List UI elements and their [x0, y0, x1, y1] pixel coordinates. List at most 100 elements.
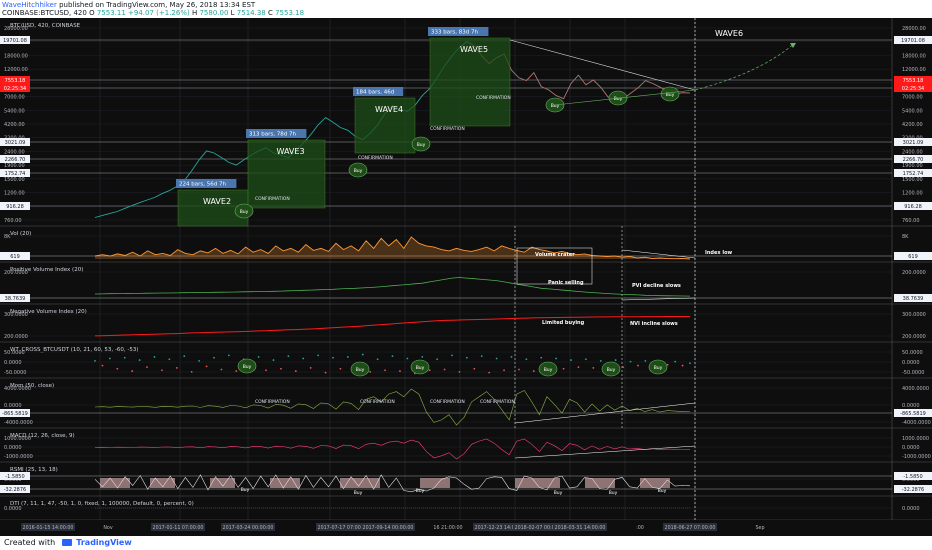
wt-dot	[584, 358, 587, 361]
footer: Created with TradingView	[0, 536, 932, 550]
y-tick-label: 300.0000	[902, 312, 926, 318]
y-marker-label-left: 619	[10, 254, 20, 260]
wt-dot	[555, 357, 558, 360]
rsi-buy-label: Buy	[416, 488, 425, 494]
chart-header: WaveHitchhiker published on TradingView.…	[0, 0, 932, 18]
chart-svg[interactable]: BTC/USD, 420, COINBASEVol (20)Positive V…	[0, 18, 932, 536]
rsi-oversold-block	[515, 478, 560, 488]
x-axis-bg	[0, 520, 932, 536]
y-tick-label: 0.0000	[902, 360, 920, 366]
wave-label-6: WAVE6	[715, 29, 743, 38]
ohlc-c: C 7553.18	[267, 9, 305, 17]
x-tick-label: 2017-01-11 07:00:00	[153, 525, 204, 531]
wt-dot	[421, 356, 424, 358]
y-tick-label-left: 28000.00	[4, 26, 28, 32]
y-tick-label: 12000.00	[902, 67, 926, 73]
wt-dot	[101, 364, 104, 367]
rsi-oversold-block	[640, 478, 670, 488]
y-tick-label-left: 0.0000	[4, 445, 22, 451]
wt-dot	[458, 370, 461, 373]
wt-dot	[391, 355, 394, 358]
wt-dot	[280, 367, 282, 370]
y-tick-label: 5400.00	[902, 108, 923, 114]
wt-buy-label: Buy	[243, 364, 252, 370]
annotation-index-low: Index low	[705, 250, 733, 256]
ohlc-h: H 7580.00	[191, 9, 229, 17]
wt-dot	[309, 367, 312, 369]
rsi-buy-label: Buy	[554, 490, 563, 496]
y-marker-label: 2266.70	[903, 157, 924, 163]
y-tick-label-left: 4000.0000	[4, 386, 31, 392]
wave-label: WAVE4	[375, 105, 403, 114]
x-tick-label: 2017-03-24 00:00:00	[223, 525, 274, 531]
annotation-volume-crater: Volume crater	[535, 252, 575, 258]
wt-dot	[436, 358, 439, 361]
x-tick-label: 2016-01-15 14:00:00	[23, 525, 74, 531]
wt-dot	[235, 370, 238, 372]
bars-label: 313 bars, 78d 7h	[249, 132, 296, 138]
y-tick-label: 4000.0000	[902, 386, 929, 392]
wt-dot	[503, 369, 505, 372]
wt-dot	[562, 367, 565, 370]
wt-dot	[131, 370, 134, 372]
wt-dot	[227, 354, 230, 357]
wt-buy-label: Buy	[544, 367, 553, 373]
author-link[interactable]: WaveHitchhiker	[2, 1, 57, 9]
y-tick-label-left: 0.0000	[4, 506, 22, 512]
rsi-oversold-block	[585, 478, 615, 488]
wt-dot	[443, 368, 446, 371]
wt-dot	[465, 356, 468, 359]
y-tick-label-left: 200.0000	[4, 334, 28, 340]
wt-dot	[399, 370, 401, 372]
y-tick-label: 7000.00	[902, 95, 923, 101]
confirmation-label: CONFIRMATION	[476, 95, 511, 101]
rsi-buy-label: Buy	[354, 490, 363, 496]
wt-dot	[198, 359, 201, 362]
y-tick-label-left: -4000.0000	[4, 420, 33, 426]
x-tick-label: 2017-07-17 07:00:00	[318, 525, 369, 531]
wt-dot	[339, 367, 342, 370]
wt-dot	[346, 356, 349, 358]
bars-label: 333 bars, 83d 7h	[431, 30, 478, 36]
wt-dot	[220, 368, 223, 371]
wt-buy-label: Buy	[416, 365, 425, 371]
wt-dot	[146, 366, 148, 369]
y-marker-label: 19701.08	[901, 38, 925, 44]
y-marker-label: -1.5850	[903, 474, 922, 480]
wt-dot	[116, 367, 119, 370]
wt-dot	[689, 362, 691, 365]
ohlc-o: O 7553.11	[89, 9, 126, 17]
y-marker-label: 3021.09	[903, 140, 924, 146]
tradingview-brand[interactable]: TradingView	[76, 538, 131, 547]
y-tick-label-left: 0.0000	[4, 403, 22, 409]
wt-dot	[577, 366, 580, 369]
y-marker-label: -865.5819	[900, 411, 926, 417]
wt-dot	[570, 359, 572, 361]
wt-dot	[190, 370, 193, 373]
y-tick-label: 1500.00	[902, 177, 923, 183]
annotation-nvi-incline: NVI incline slows	[630, 321, 678, 327]
wt-dot	[138, 359, 141, 361]
wt-dot	[324, 371, 327, 374]
wt-dot	[153, 356, 156, 358]
y-tick-label: -4000.0000	[902, 420, 931, 426]
y-marker-label: -32.2876	[902, 487, 924, 493]
confirmation-label: CONFIRMATION	[430, 126, 465, 132]
wt-dot	[406, 357, 409, 360]
y-tick-label-left: 50.0000	[4, 350, 25, 356]
wt-dot	[629, 360, 632, 363]
x-tick-label: Sep	[755, 525, 764, 531]
wt-dot	[332, 356, 334, 359]
y-marker-label-left: 7553.18	[5, 78, 26, 84]
annotation-limited-buying: Limited buying	[542, 320, 585, 326]
y-tick-label-left: 7000.00	[4, 95, 25, 101]
y-marker-label: 1752.74	[903, 171, 924, 177]
x-tick-label: :00	[636, 525, 644, 531]
wt-dot	[376, 358, 379, 361]
y-tick-label: 1900.00	[902, 163, 923, 169]
y-tick-label: 18000.00	[902, 53, 926, 59]
wt-dot	[473, 367, 476, 370]
y-tick-label-left: 5400.00	[4, 108, 25, 114]
y-tick-label-left: -1000.0000	[4, 454, 33, 460]
wt-dot	[272, 359, 275, 361]
